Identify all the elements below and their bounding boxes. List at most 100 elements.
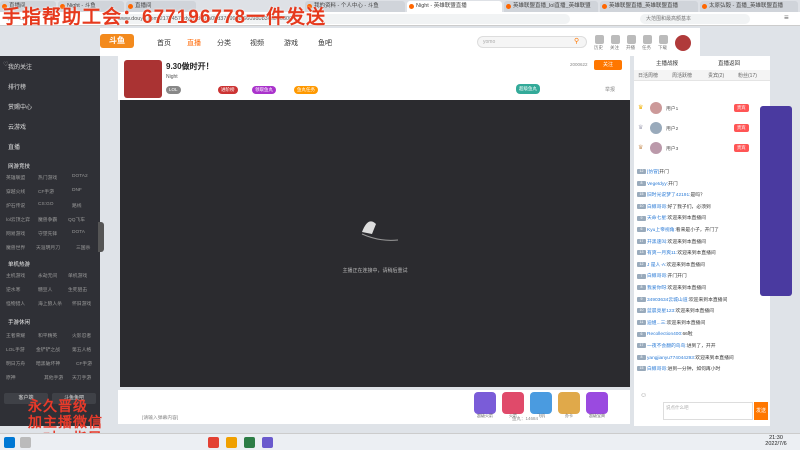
user-avatar[interactable] (675, 35, 691, 51)
tag-fishball[interactable]: 领取鱼丸 (252, 86, 276, 94)
task-icon[interactable] (643, 35, 652, 44)
sidebar-category[interactable]: CF手游 (38, 188, 54, 195)
browser-search-field[interactable]: 大范围和最高额基本 (640, 14, 750, 24)
sidebar-category[interactable]: 热门游戏 (38, 174, 57, 181)
report-link[interactable]: 举报 (605, 86, 615, 93)
sidebar-category[interactable]: 糖豆人 (38, 286, 52, 293)
sidebar-category[interactable]: 明日方舟 (6, 360, 25, 367)
app-icon[interactable] (262, 437, 273, 448)
tab-daily[interactable]: 日活周榜 (638, 72, 658, 79)
live-return-tab[interactable]: 直播返回 (718, 59, 740, 67)
rank-row[interactable]: ♛ 用户2 贵宾 (638, 122, 768, 135)
sidebar-category[interactable]: CS:GO (38, 202, 53, 207)
gift-rocket[interactable] (502, 392, 524, 414)
tab-weekly[interactable]: 周活跃榜 (672, 72, 692, 79)
sidebar-category[interactable]: lol云顶之弈 (6, 216, 30, 223)
sidebar-category[interactable]: 单机游戏 (68, 272, 87, 279)
anchor-avatar[interactable] (124, 60, 162, 98)
chat-username[interactable]: Recollection400: (647, 332, 682, 337)
sidebar-category[interactable]: 其他手游 (44, 374, 63, 381)
anchor-report-tab[interactable]: 主播战报 (656, 59, 678, 67)
sidebar-category[interactable]: 生死狙击 (68, 286, 87, 293)
site-search-input[interactable]: yomo (477, 36, 587, 48)
nav-home[interactable]: 首页 (157, 38, 171, 48)
chat-username[interactable]: [仿冒] (647, 170, 659, 175)
sidebar-category[interactable]: DOTA2 (72, 174, 88, 179)
broadcast-icon[interactable] (627, 35, 636, 44)
follow-icon[interactable] (611, 35, 620, 44)
chat-username[interactable]: yangjianyu774044293: (647, 356, 695, 361)
tag-task[interactable]: 鱼丸任务 (294, 86, 318, 94)
chat-username[interactable]: 旧时光说梦了42191: (647, 193, 690, 198)
send-button[interactable]: 发送 (754, 402, 768, 420)
sidebar-item-reward[interactable]: 赏赐中心 (8, 102, 32, 111)
sidebar-category[interactable]: 三国杀 (76, 244, 90, 251)
promo-side-column[interactable] (760, 106, 792, 296)
video-player[interactable]: 主播正在连接中，请稍后重试 (120, 100, 630, 387)
sidebar-category[interactable]: DNF (72, 188, 82, 193)
search-icon[interactable] (20, 437, 31, 448)
browser-tab[interactable]: 英雄联盟直播_英雄联盟直播 (600, 1, 698, 12)
rank-row[interactable]: ♛ 用户3 贵宾 (638, 142, 768, 155)
sidebar-category[interactable]: 炉石传说 (6, 202, 25, 209)
app-icon[interactable] (226, 437, 237, 448)
app-icon[interactable] (244, 437, 255, 448)
sidebar-category[interactable]: 路线 (72, 202, 82, 209)
windows-start-icon[interactable] (4, 437, 15, 448)
tag-rank[interactable]: 进阶榜 (218, 86, 238, 94)
browser-tab[interactable]: 英雄联盟直播_lol直播_英雄联盟 (504, 1, 598, 12)
gift-card[interactable] (558, 392, 580, 414)
sidebar-category[interactable]: CF手游 (76, 360, 92, 367)
tab-vip[interactable]: 贵宾(2) (708, 72, 724, 79)
share-button[interactable]: 超级鱼丸 (516, 84, 540, 94)
chat-username[interactable]: 白鲸哥哥: (647, 367, 668, 372)
nav-video[interactable]: 视频 (250, 38, 264, 48)
sidebar-item-rank[interactable]: 排行榜 (8, 82, 26, 91)
gift-plane[interactable] (530, 392, 552, 414)
sidebar-category[interactable]: 魔兽世界 (6, 244, 25, 251)
sidebar-category[interactable]: 怀旧游戏 (72, 300, 91, 307)
nav-category[interactable]: 分类 (217, 38, 231, 48)
sidebar-category[interactable]: 网易游戏 (6, 230, 25, 237)
sidebar-category[interactable]: 王者荣耀 (6, 332, 25, 339)
sidebar-category[interactable]: 逆水寒 (6, 286, 20, 293)
chat-placeholder[interactable]: [请输入弹幕内容] (142, 414, 178, 421)
sidebar-category[interactable]: 海上狼人杀 (38, 300, 62, 307)
chat-username[interactable]: 蓝晨亮星123: (647, 309, 676, 314)
chat-username[interactable]: 一夜不会翻的鸟鸟: (647, 344, 687, 349)
gift-treasure[interactable] (586, 392, 608, 414)
nav-game[interactable]: 游戏 (284, 38, 298, 48)
chat-username[interactable]: 34903634云城山道: (647, 298, 689, 303)
tab-fans[interactable]: 粉丝(17) (738, 72, 757, 79)
anchor-name[interactable]: Night (166, 74, 178, 80)
sidebar-category[interactable]: 金铲铲之战 (36, 346, 60, 353)
sidebar-category[interactable]: QQ飞车 (68, 216, 85, 223)
sidebar-category[interactable]: 天涯明月刀 (36, 244, 60, 251)
chat-username[interactable]: 白鲸哥哥: (647, 274, 668, 279)
chat-username[interactable]: Vegetdyy: (647, 182, 668, 187)
sidebar-category[interactable]: DOTA (72, 230, 85, 235)
chat-username[interactable]: 开黑速叫: (647, 240, 668, 245)
sidebar-item-follow[interactable]: 我的关注 (8, 62, 32, 71)
sidebar-category[interactable]: 怪物猎人 (6, 300, 25, 307)
browser-tab[interactable]: 太原弘毅 - 直播_英雄联盟直播 (700, 1, 798, 12)
douyu-logo[interactable]: 斗鱼 (100, 34, 134, 48)
browser-tab-active[interactable]: Night - 英雄联盟直播 (407, 1, 502, 12)
sidebar-category[interactable]: 第五人格 (72, 346, 91, 353)
emoji-icon[interactable]: ☺ (640, 392, 647, 399)
chat-username[interactable]: Kyu上帝视角: (647, 228, 676, 233)
nav-fishbar[interactable]: 鱼吧 (318, 38, 332, 48)
chat-username[interactable]: 白鲸哥哥: (647, 205, 668, 210)
sidebar-category[interactable]: 穿越火线 (6, 188, 25, 195)
sidebar-category[interactable]: 天刀手游 (72, 374, 91, 381)
chat-username[interactable]: 迪姐...三: (647, 321, 667, 326)
sidebar-item-live[interactable]: 直播 (8, 142, 20, 151)
chrome-icon[interactable] (208, 437, 219, 448)
sidebar-category[interactable]: 和平精英 (38, 332, 57, 339)
gift-super-rocket[interactable] (474, 392, 496, 414)
chat-username[interactable]: 有爽一月爽11: (647, 251, 677, 256)
sidebar-item-cloud-game[interactable]: 云游戏 (8, 122, 26, 131)
nav-live[interactable]: 直播 (187, 38, 201, 48)
sidebar-category[interactable]: 守望先锋 (38, 230, 57, 237)
download-icon[interactable] (659, 35, 668, 44)
